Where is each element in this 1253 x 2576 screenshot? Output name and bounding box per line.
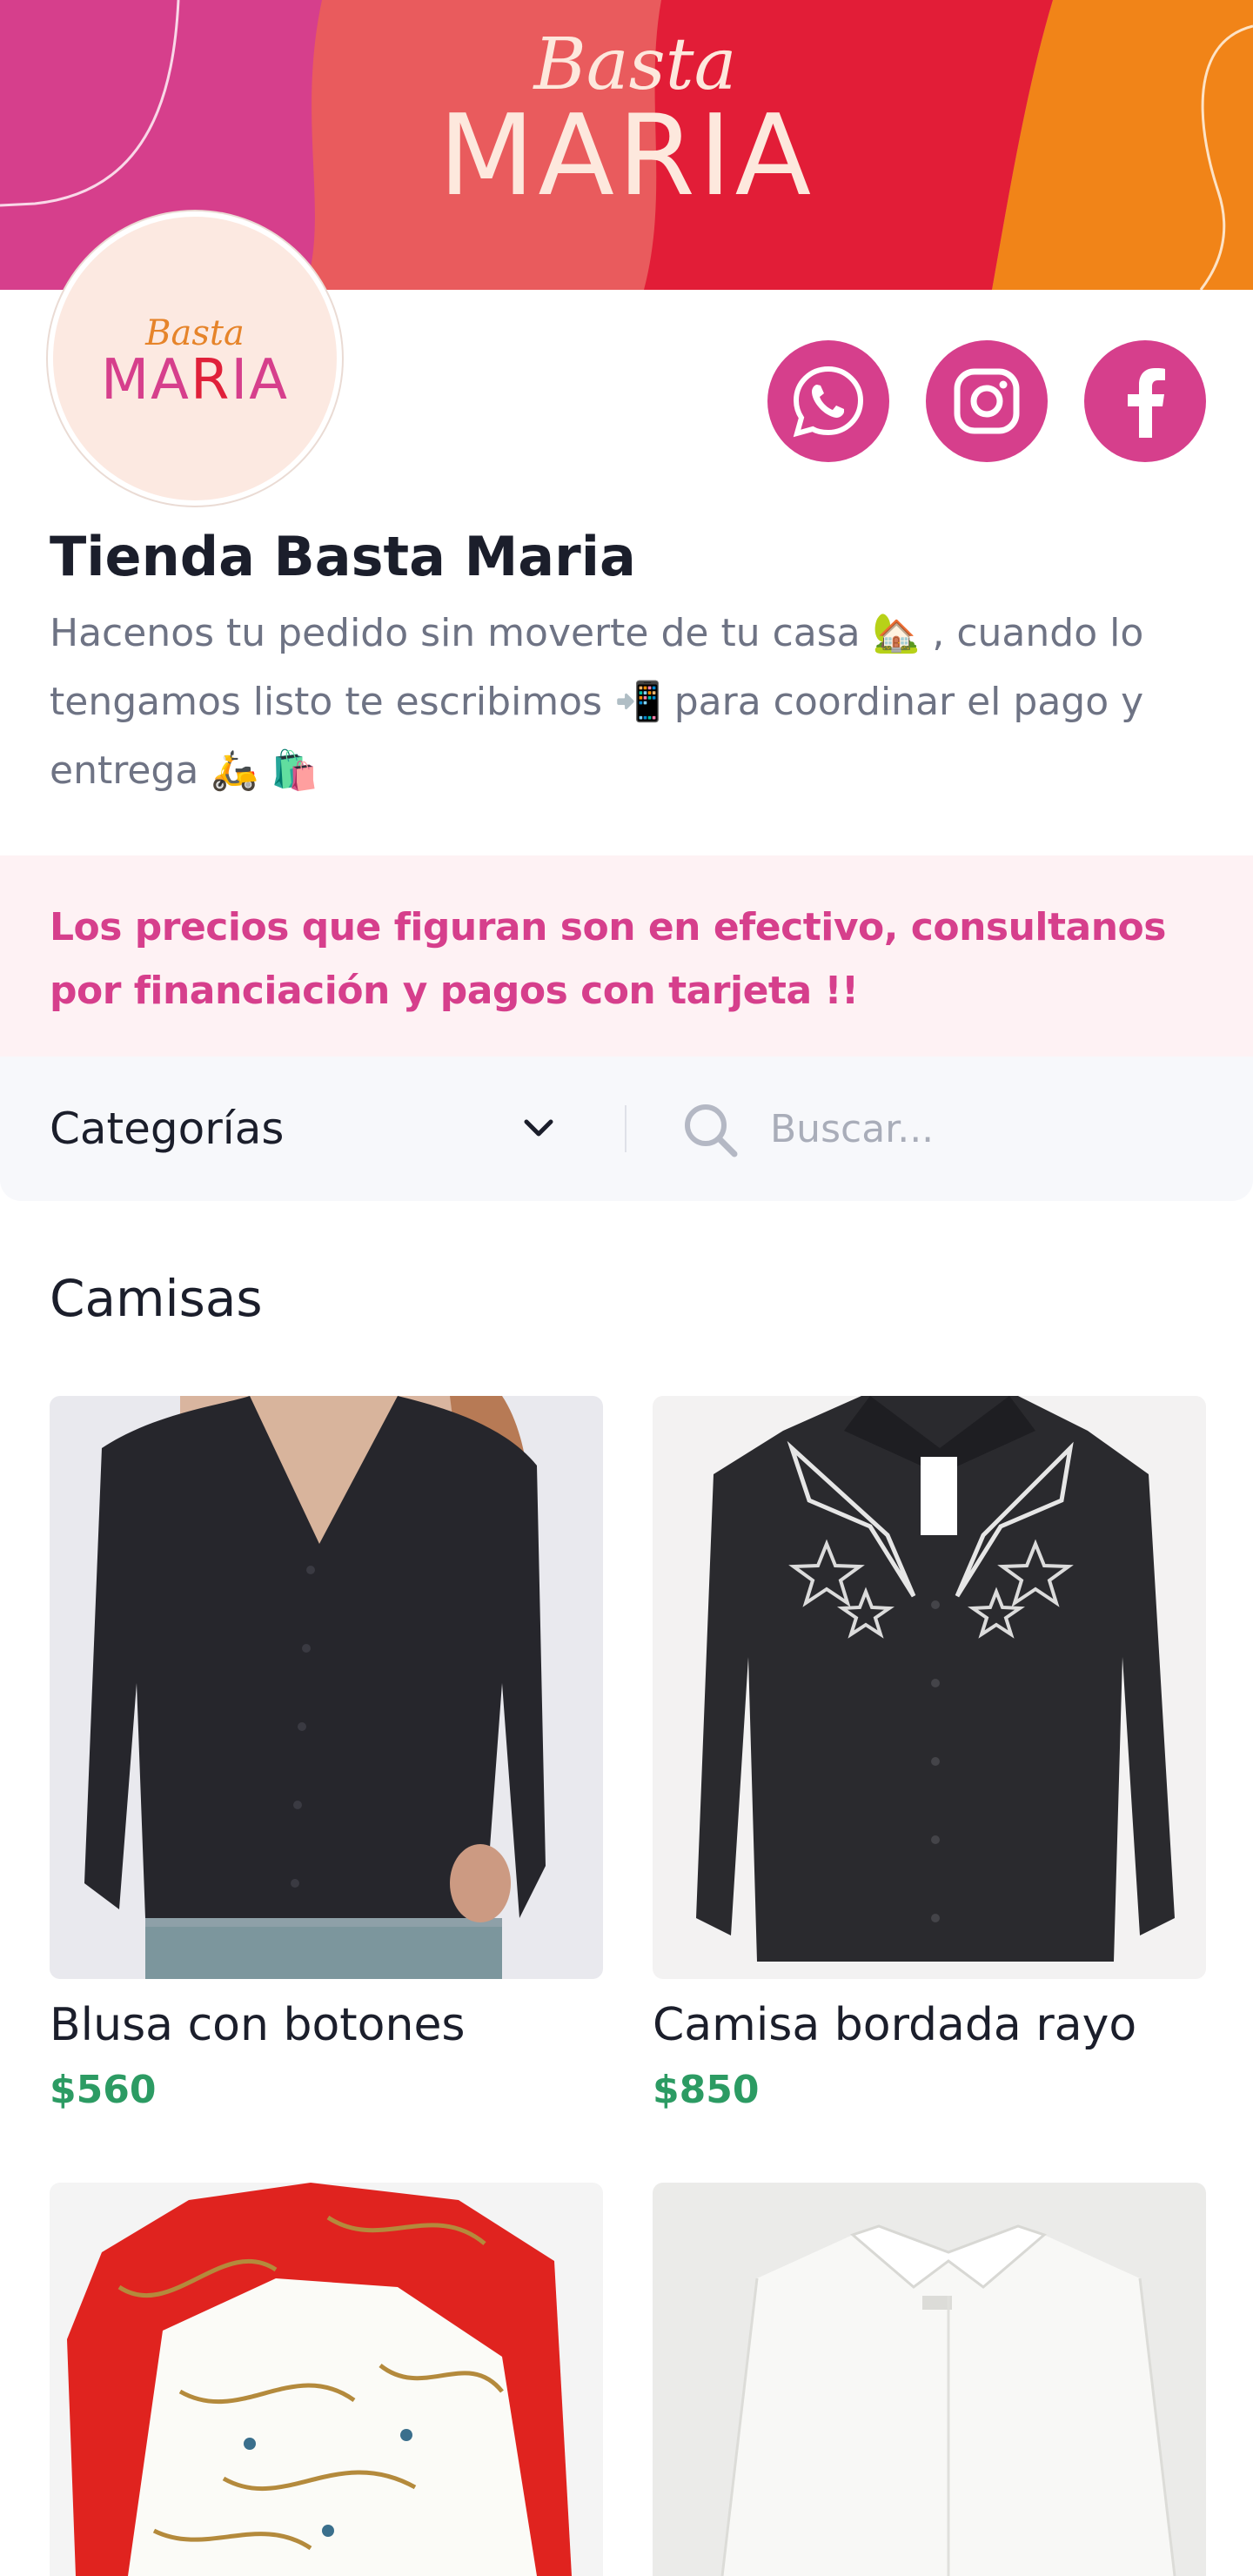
- whatsapp-button[interactable]: [767, 340, 889, 462]
- product-image[interactable]: [50, 2183, 603, 2576]
- banner-logo: Basta MARIA: [0, 26, 1253, 221]
- product-card[interactable]: Camisa bordada rayo $850: [653, 1396, 1206, 2116]
- instagram-button[interactable]: [926, 340, 1048, 462]
- store-description: Hacenos tu pedido sin moverte de tu casa…: [50, 611, 1144, 793]
- product-name[interactable]: Blusa con botones: [50, 1995, 603, 2056]
- product-card[interactable]: [653, 2183, 1206, 2576]
- product-photo-printed-shirts: [50, 2183, 603, 2576]
- search-icon: [685, 1104, 738, 1157]
- product-image[interactable]: [50, 1396, 603, 1979]
- facebook-icon: [1128, 368, 1165, 438]
- avatar-logo-script: Basta: [145, 313, 245, 353]
- price-notice-text: Los precios que figuran son en efectivo,…: [50, 905, 1166, 1013]
- avatar-logo-caps-b: IA: [231, 348, 290, 413]
- store-avatar: Basta MARIA: [48, 211, 342, 506]
- search-input[interactable]: [770, 1098, 1205, 1159]
- filter-bar: Categorías: [0, 1057, 1253, 1201]
- product-photo-black-blouse: [50, 1396, 603, 1979]
- price-notice: Los precios que figuran son en efectivo,…: [0, 855, 1253, 1057]
- product-image[interactable]: [653, 2183, 1206, 2576]
- category-section-title: Camisas: [50, 1269, 263, 1328]
- avatar-logo-caps-a: MA: [100, 348, 191, 413]
- avatar-logo-caps-r: R: [190, 348, 231, 413]
- instagram-icon: [954, 368, 1020, 434]
- avatar-logo-caps: MARIA: [53, 352, 337, 408]
- product-name[interactable]: Camisa bordada rayo: [653, 1995, 1206, 2056]
- product-card[interactable]: Blusa con botones $560: [50, 1396, 603, 2116]
- whatsapp-icon: [793, 366, 864, 438]
- product-photo-white-shirt: [653, 2183, 1206, 2576]
- product-card[interactable]: [50, 2183, 603, 2576]
- category-dropdown-label: Categorías: [50, 1104, 285, 1154]
- store-title: Tienda Basta Maria: [50, 525, 636, 588]
- facebook-button[interactable]: [1084, 340, 1206, 462]
- filter-divider: [625, 1105, 626, 1152]
- product-image[interactable]: [653, 1396, 1206, 1979]
- product-photo-embroidered-shirt: [653, 1396, 1206, 1979]
- product-price: $850: [653, 2068, 760, 2112]
- product-price: $560: [50, 2068, 157, 2112]
- banner-logo-caps: MARIA: [438, 91, 815, 221]
- category-dropdown[interactable]: Categorías: [50, 1057, 572, 1201]
- chevron-down-icon: [524, 1119, 553, 1137]
